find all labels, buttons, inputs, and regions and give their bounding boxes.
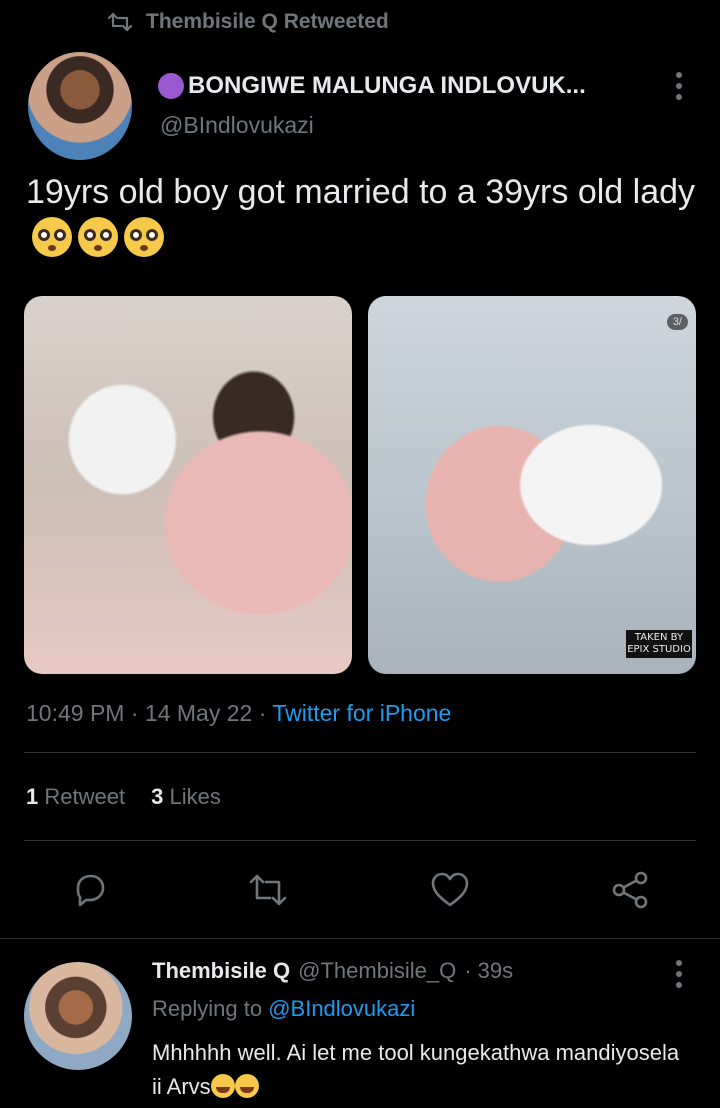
reply-header: Thembisile Q @Thembisile_Q · 39s bbox=[152, 958, 513, 984]
tweet-time: 10:49 PM bbox=[26, 700, 125, 726]
retweet-icon bbox=[108, 12, 132, 32]
reply-button[interactable] bbox=[68, 868, 112, 912]
tweet-actions bbox=[0, 858, 720, 922]
replying-to: Replying to @BIndlovukazi bbox=[152, 996, 415, 1022]
tweet-photo-2[interactable]: 3/ TAKEN BY EPIX STUDIO bbox=[368, 296, 696, 674]
reply-more-options-icon[interactable] bbox=[676, 960, 682, 988]
retweet-count: 1 bbox=[26, 784, 39, 809]
author-avatar[interactable] bbox=[28, 52, 132, 160]
like-stat[interactable]: 3 Likes bbox=[151, 784, 221, 810]
flushed-face-emoji bbox=[32, 217, 72, 257]
tears-of-joy-emoji bbox=[210, 1074, 235, 1098]
author-handle[interactable]: @BIndlovukazi bbox=[160, 112, 314, 139]
tweet-body: 19yrs old boy got married to a 39yrs old… bbox=[26, 173, 696, 211]
share-icon bbox=[612, 871, 648, 909]
meta-separator: · bbox=[258, 700, 267, 726]
reply-author-handle[interactable]: @Thembisile_Q bbox=[298, 958, 456, 984]
divider bbox=[24, 752, 696, 753]
reply-author-avatar[interactable] bbox=[24, 962, 132, 1070]
author-name: BONGIWE MALUNGA INDLOVUK... bbox=[188, 72, 586, 99]
tweet-stats: 1 Retweet 3 Likes bbox=[26, 784, 221, 810]
retweet-button[interactable] bbox=[246, 868, 290, 912]
retweet-stat[interactable]: 1 Retweet bbox=[26, 784, 125, 810]
section-divider bbox=[0, 938, 720, 939]
reply-icon bbox=[76, 874, 105, 907]
like-button[interactable] bbox=[428, 868, 472, 912]
retweet-stat-label: Retweet bbox=[44, 784, 126, 809]
like-stat-label: Likes bbox=[169, 784, 221, 809]
tweet-source-link[interactable]: Twitter for iPhone bbox=[272, 700, 451, 726]
flushed-face-emoji bbox=[78, 217, 118, 257]
tweet-meta: 10:49 PM · 14 May 22 · Twitter for iPhon… bbox=[26, 700, 451, 727]
photo-watermark: TAKEN BY EPIX STUDIO bbox=[626, 630, 692, 658]
author-name-row[interactable]: BONGIWE MALUNGA INDLOVUK... bbox=[158, 72, 586, 100]
like-count: 3 bbox=[151, 784, 164, 809]
share-button[interactable] bbox=[608, 868, 652, 912]
retweet-banner-text: Thembisile Q Retweeted bbox=[146, 10, 389, 33]
more-options-icon[interactable] bbox=[676, 72, 682, 100]
retweet-banner[interactable]: Thembisile Q Retweeted bbox=[108, 8, 389, 36]
watermark-text: TAKEN BY EPIX STUDIO bbox=[627, 632, 691, 655]
reply-text: Mhhhhh well. Ai let me tool kungekathwa … bbox=[152, 1036, 692, 1104]
reply-author-name[interactable]: Thembisile Q bbox=[152, 958, 290, 984]
photo-count-badge: 3/ bbox=[666, 314, 688, 330]
replying-prefix: Replying to bbox=[152, 996, 263, 1021]
tweet-text: 19yrs old boy got married to a 39yrs old… bbox=[26, 168, 696, 264]
heart-icon bbox=[431, 872, 469, 907]
flushed-face-emoji bbox=[124, 217, 164, 257]
purple-circle-emoji bbox=[158, 73, 184, 99]
retweet-icon bbox=[249, 874, 287, 906]
tweet-date: 14 May 22 bbox=[144, 700, 253, 726]
divider bbox=[24, 840, 696, 841]
tears-of-joy-emoji bbox=[234, 1074, 259, 1098]
meta-separator: · bbox=[130, 700, 139, 726]
replying-handle-link[interactable]: @BIndlovukazi bbox=[268, 996, 415, 1021]
tweet-photo-1[interactable] bbox=[24, 296, 352, 674]
reply-age: · 39s bbox=[464, 958, 514, 983]
